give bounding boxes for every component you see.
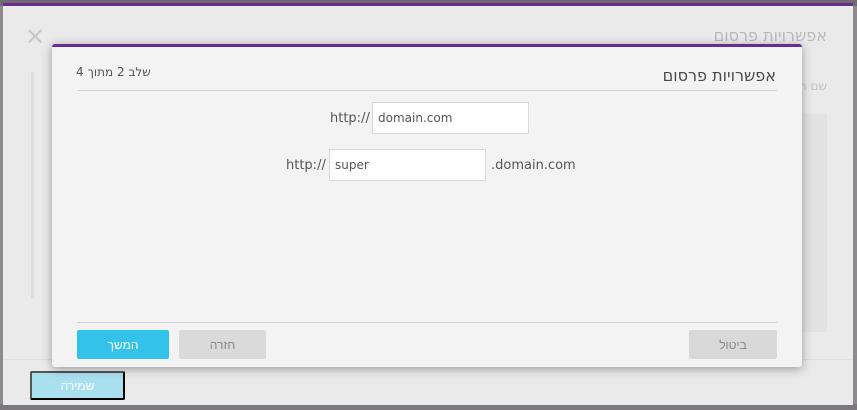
domain-prefix-label: http://: [330, 111, 370, 126]
back-button[interactable]: חזרה: [179, 330, 266, 359]
footer-divider: [77, 322, 777, 323]
cancel-button[interactable]: ביטול: [689, 330, 777, 359]
subdomain-suffix-label: .domain.com: [491, 158, 576, 173]
publish-options-dialog: אפשרויות פרסום שלב 2 מתוך 4 http:// http…: [52, 44, 802, 367]
outer-modal-title: אפשרויות פרסום: [713, 26, 827, 45]
domain-input[interactable]: [372, 102, 529, 134]
continue-button[interactable]: המשך: [77, 330, 169, 359]
subdomain-prefix-label: http://: [286, 158, 326, 173]
subdomain-input[interactable]: [329, 149, 486, 181]
header-divider: [77, 90, 777, 91]
save-button[interactable]: שמירה: [30, 371, 125, 400]
dialog-title: אפשרויות פרסום: [662, 66, 776, 85]
close-icon[interactable]: ✕: [24, 25, 46, 49]
step-indicator: שלב 2 מתוך 4: [76, 65, 151, 79]
outer-left-border: [31, 72, 34, 298]
